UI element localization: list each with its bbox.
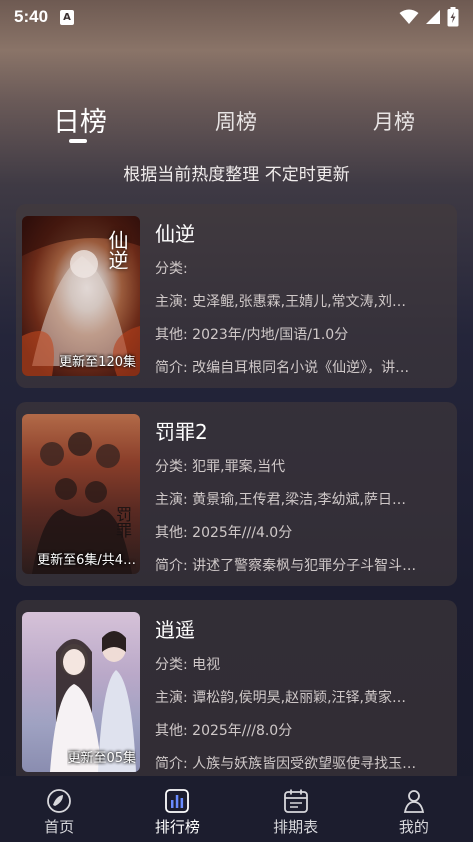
item-info: 仙逆 分类: 主演: 史泽鲲,张惠霖,王婧儿,常文涛,刘… 其他: 2023年/… — [155, 218, 451, 391]
bottom-nav: 首页 排行榜 排期表 我的 — [0, 776, 473, 842]
episode-badge: 更新至120集 — [59, 355, 136, 370]
nav-label: 我的 — [398, 818, 429, 836]
poster-image[interactable]: 罚罪 更新至6集/共4… — [22, 414, 140, 574]
item-other: 其他: 2025年///4.0分 — [155, 525, 293, 541]
ranking-tabs: 日榜 周榜 月榜 — [0, 96, 473, 146]
item-category: 分类: — [155, 261, 188, 277]
nav-label: 首页 — [44, 818, 75, 836]
nav-home[interactable]: 首页 — [0, 776, 118, 842]
item-title[interactable]: 仙逆 — [155, 218, 451, 247]
episode-badge: 更新至05集 — [67, 751, 136, 766]
poster-title-text: 罚罪 — [113, 506, 132, 538]
list-item[interactable]: 更新至05集 逍遥 分类: 电视 主演: 谭松韵,侯明昊,赵丽颖,汪铎,黄家… … — [16, 600, 457, 776]
nav-schedule[interactable]: 排期表 — [237, 776, 355, 842]
item-other: 其他: 2025年///8.0分 — [155, 723, 293, 739]
battery-icon — [447, 7, 459, 27]
ranking-list[interactable]: 仙逆 更新至120集 仙逆 分类: 主演: 史泽鲲,张惠霖,王婧儿,常文涛,刘…… — [16, 204, 457, 776]
tab-weekly[interactable]: 周榜 — [215, 106, 257, 136]
nav-label: 排行榜 — [154, 818, 200, 836]
item-info: 罚罪2 分类: 犯罪,罪案,当代 主演: 黄景瑜,王传君,梁洁,李幼斌,萨日… … — [155, 416, 451, 589]
item-intro: 简介: 讲述了警察秦枫与犯罪分子斗智斗… — [155, 558, 417, 574]
item-other: 其他: 2023年/内地/国语/1.0分 — [155, 327, 349, 343]
item-title[interactable]: 逍遥 — [155, 614, 451, 643]
ranking-subtitle: 根据当前热度整理 不定时更新 — [123, 165, 350, 185]
item-info: 逍遥 分类: 电视 主演: 谭松韵,侯明昊,赵丽颖,汪铎,黄家… 其他: 202… — [155, 614, 451, 776]
nav-label: 排期表 — [273, 818, 319, 836]
signal-icon — [426, 10, 440, 24]
item-cast: 主演: 黄景瑜,王传君,梁洁,李幼斌,萨日… — [155, 492, 406, 508]
notification-icon: A — [60, 9, 75, 25]
list-item[interactable]: 罚罪 更新至6集/共4… 罚罪2 分类: 犯罪,罪案,当代 主演: 黄景瑜,王传… — [16, 402, 457, 586]
poster-image[interactable]: 更新至05集 — [22, 612, 140, 772]
tab-daily[interactable]: 日榜 — [53, 100, 107, 139]
nav-profile[interactable]: 我的 — [355, 776, 473, 842]
status-bar: 5:40 A — [0, 0, 473, 34]
tab-indicator — [69, 139, 87, 143]
list-item[interactable]: 仙逆 更新至120集 仙逆 分类: 主演: 史泽鲲,张惠霖,王婧儿,常文涛,刘…… — [16, 204, 457, 388]
home-icon — [47, 789, 72, 813]
ranking-icon — [165, 789, 190, 813]
poster-image[interactable]: 仙逆 更新至120集 — [22, 216, 140, 376]
item-intro: 简介: 改编自耳根同名小说《仙逆》，讲… — [155, 360, 410, 376]
item-title[interactable]: 罚罪2 — [155, 416, 451, 445]
tab-monthly[interactable]: 月榜 — [373, 106, 415, 136]
wifi-icon — [399, 9, 419, 24]
status-time: 5:40 — [14, 7, 49, 26]
item-category: 分类: 电视 — [155, 657, 221, 673]
item-intro: 简介: 人族与妖族皆因受欲望驱使寻找玉… — [155, 756, 417, 772]
item-cast: 主演: 史泽鲲,张惠霖,王婧儿,常文涛,刘… — [155, 294, 406, 310]
item-category: 分类: 犯罪,罪案,当代 — [155, 459, 286, 475]
episode-badge: 更新至6集/共4… — [37, 553, 136, 568]
poster-title-text: 仙逆 — [105, 230, 129, 270]
status-icons — [399, 7, 459, 27]
item-cast: 主演: 谭松韵,侯明昊,赵丽颖,汪铎,黄家… — [155, 690, 406, 706]
profile-icon — [403, 790, 424, 813]
nav-ranking[interactable]: 排行榜 — [118, 776, 236, 842]
calendar-icon — [283, 789, 308, 813]
